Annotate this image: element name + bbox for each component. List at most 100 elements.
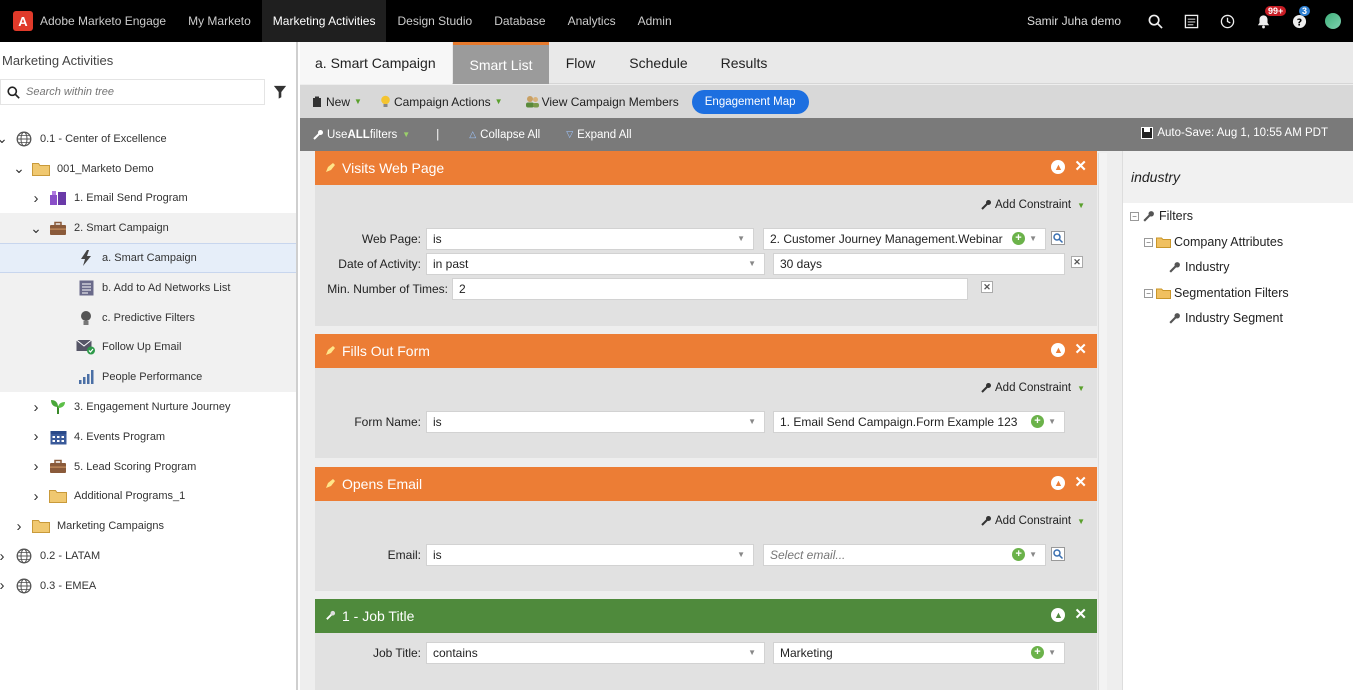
palette-filter-industry[interactable]: Industry <box>1168 260 1229 274</box>
add-constraint-button[interactable]: Add Constraint ▼ <box>980 199 1085 211</box>
bell-icon[interactable]: 99+ <box>1245 0 1287 42</box>
add-value-icon[interactable]: + <box>1012 232 1025 245</box>
web-page-operator-select[interactable]: is ▼ <box>426 227 754 250</box>
web-page-value-select[interactable]: 2. Customer Journey Management.Webinar + ▼ <box>763 227 1046 250</box>
chevron-right-icon[interactable]: › <box>30 458 42 475</box>
tree-item[interactable]: › Additional Programs_1 <box>0 482 296 512</box>
tree-item[interactable]: ⌄ 2. Smart Campaign <box>0 213 296 244</box>
view-campaign-members-button[interactable]: View Campaign Members <box>525 95 679 109</box>
chevron-down-icon[interactable]: ⌄ <box>30 220 42 237</box>
lookup-icon[interactable] <box>1051 231 1065 245</box>
lookup-icon[interactable] <box>1051 547 1065 561</box>
date-operator-select[interactable]: in past ▼ <box>426 252 765 275</box>
remove-filter-icon[interactable]: ✕ <box>1074 607 1087 622</box>
add-value-icon[interactable]: + <box>1012 548 1025 561</box>
tree-item[interactable]: › 0.2 - LATAM <box>0 541 296 571</box>
move-up-icon[interactable]: ▲ <box>1051 160 1066 174</box>
chevron-right-icon[interactable]: › <box>0 548 8 565</box>
nav-database[interactable]: Database <box>483 0 556 42</box>
tree-item[interactable]: a. Smart Campaign <box>0 243 296 273</box>
remove-filter-icon[interactable]: ✕ <box>1074 475 1087 490</box>
tree-item[interactable]: Follow Up Email <box>0 332 296 363</box>
tree-item[interactable]: › 1. Email Send Program <box>0 184 296 214</box>
tree-item[interactable]: › 0.3 - EMEA <box>0 571 296 601</box>
remove-constraint-icon[interactable]: ✕ <box>1071 256 1083 268</box>
job-operator-select[interactable]: contains ▼ <box>426 641 765 664</box>
nav-admin[interactable]: Admin <box>627 0 683 42</box>
brand-name[interactable]: Adobe Marketo Engage <box>40 0 177 42</box>
tree-item[interactable]: › Marketing Campaigns <box>0 511 296 541</box>
nav-my-marketo[interactable]: My Marketo <box>177 0 262 42</box>
tree-item[interactable]: ⌄ 0.1 - Center of Excellence <box>0 124 296 154</box>
tree-search[interactable] <box>0 79 265 105</box>
filter-header[interactable]: Fills Out Form ▲ ✕ <box>315 334 1097 368</box>
tab-flow[interactable]: Flow <box>549 42 612 84</box>
chevron-right-icon[interactable]: › <box>30 399 42 416</box>
chevron-right-icon[interactable]: › <box>30 428 42 445</box>
filter-palette-search[interactable]: industry <box>1123 151 1353 203</box>
tab-schedule[interactable]: Schedule <box>612 42 705 84</box>
move-up-icon[interactable]: ▲ <box>1051 608 1066 622</box>
tasks-icon[interactable] <box>1173 0 1209 42</box>
email-value-select[interactable]: Select email... + ▼ <box>763 543 1046 566</box>
date-value-input[interactable]: 30 days <box>773 252 1065 275</box>
tree-item[interactable]: ⌄ 001_Marketo Demo <box>0 154 296 184</box>
palette-folder-segmentation-filters[interactable]: − Segmentation Filters <box>1144 286 1289 300</box>
min-times-input[interactable]: 2 <box>452 277 968 300</box>
canvas-scrollbar[interactable] <box>1098 153 1107 690</box>
tab-smart-list[interactable]: Smart List <box>453 42 549 84</box>
campaign-actions-button[interactable]: Campaign Actions ▼ <box>380 95 503 109</box>
search-icon[interactable] <box>1137 0 1173 42</box>
nav-design-studio[interactable]: Design Studio <box>386 0 483 42</box>
remove-filter-icon[interactable]: ✕ <box>1074 342 1087 357</box>
remove-filter-icon[interactable]: ✕ <box>1074 159 1087 174</box>
collapse-toggle-icon[interactable]: − <box>1144 288 1153 298</box>
tree-search-input[interactable] <box>26 86 246 98</box>
user-name[interactable]: Samir Juha demo <box>1027 14 1121 28</box>
collapse-toggle-icon[interactable]: − <box>1144 237 1153 247</box>
email-operator-select[interactable]: is ▼ <box>426 543 754 566</box>
filter-header[interactable]: 1 - Job Title ▲ ✕ <box>315 599 1097 633</box>
expand-all-button[interactable]: ▽ Expand All <box>566 129 631 141</box>
add-value-icon[interactable]: + <box>1031 646 1044 659</box>
move-up-icon[interactable]: ▲ <box>1051 476 1066 490</box>
adobe-logo-icon[interactable]: A <box>13 11 33 31</box>
nav-marketing-activities[interactable]: Marketing Activities <box>261 0 387 42</box>
filter-header[interactable]: Visits Web Page ▲ ✕ <box>315 151 1097 185</box>
move-up-icon[interactable]: ▲ <box>1051 343 1066 357</box>
add-constraint-button[interactable]: Add Constraint ▼ <box>980 382 1085 394</box>
palette-folder-filters[interactable]: − Filters <box>1130 209 1193 223</box>
form-value-select[interactable]: 1. Email Send Campaign.Form Example 123 +… <box>773 410 1065 433</box>
clock-icon[interactable] <box>1209 0 1245 42</box>
filter-header[interactable]: Opens Email ▲ ✕ <box>315 467 1097 501</box>
use-all-filters-dropdown[interactable]: Use ALL filters ▼ <box>312 129 410 141</box>
tree-item[interactable]: › 4. Events Program <box>0 422 296 452</box>
tree-item[interactable]: People Performance <box>0 362 296 393</box>
new-button[interactable]: New ▼ <box>312 95 362 109</box>
funnel-icon[interactable] <box>273 85 287 102</box>
help-icon[interactable]: ? 3 <box>1281 0 1317 42</box>
tree-item[interactable]: c. Predictive Filters <box>0 302 296 333</box>
palette-filter-industry-segment[interactable]: Industry Segment <box>1168 311 1283 325</box>
chevron-right-icon[interactable]: › <box>13 518 25 535</box>
tab-results[interactable]: Results <box>705 42 783 84</box>
collapse-toggle-icon[interactable]: − <box>1130 211 1139 221</box>
add-constraint-button[interactable]: Add Constraint ▼ <box>980 515 1085 527</box>
chevron-down-icon[interactable]: ⌄ <box>0 130 8 147</box>
chevron-right-icon[interactable]: › <box>0 577 8 594</box>
add-value-icon[interactable]: + <box>1031 415 1044 428</box>
campaign-title-tab[interactable]: a. Smart Campaign <box>300 42 452 84</box>
form-operator-select[interactable]: is ▼ <box>426 410 765 433</box>
tree-item[interactable]: b. Add to Ad Networks List <box>0 272 296 303</box>
avatar[interactable] <box>1325 13 1341 29</box>
collapse-all-button[interactable]: △ Collapse All <box>469 129 540 141</box>
nav-analytics[interactable]: Analytics <box>557 0 627 42</box>
chevron-right-icon[interactable]: › <box>30 488 42 505</box>
palette-folder-company-attributes[interactable]: − Company Attributes <box>1144 235 1283 249</box>
tree-item[interactable]: › 5. Lead Scoring Program <box>0 452 296 482</box>
chevron-right-icon[interactable]: › <box>30 190 42 207</box>
remove-constraint-icon[interactable]: ✕ <box>981 281 993 293</box>
chevron-down-icon[interactable]: ⌄ <box>13 160 25 177</box>
job-value-select[interactable]: Marketing + ▼ <box>773 641 1065 664</box>
tree-item[interactable]: › 3. Engagement Nurture Journey <box>0 392 296 422</box>
